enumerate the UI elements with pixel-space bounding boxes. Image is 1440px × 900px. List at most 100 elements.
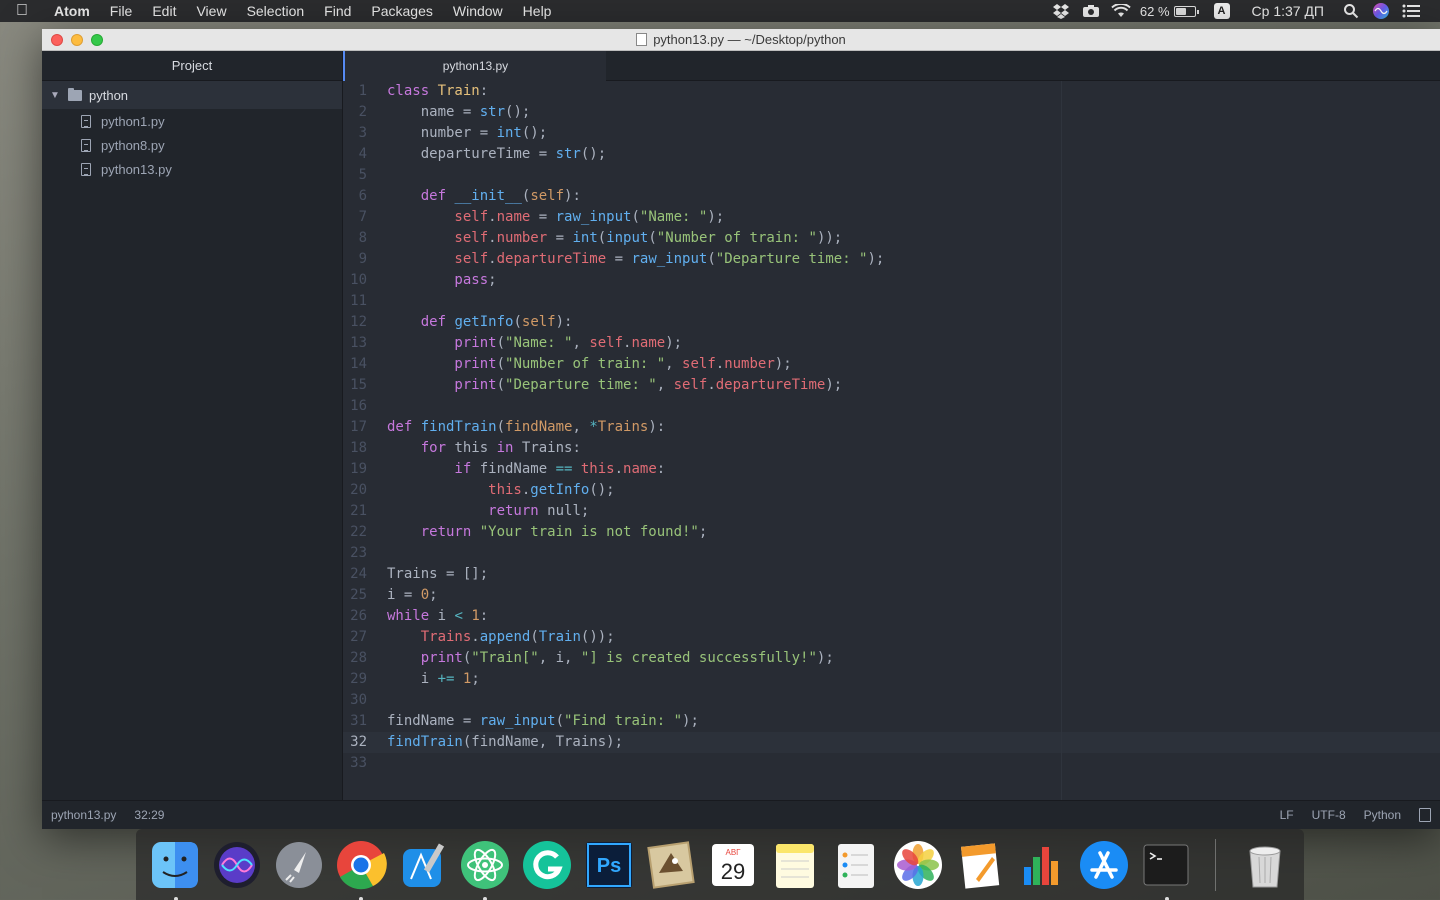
menu-packages[interactable]: Packages bbox=[361, 0, 442, 22]
line-number[interactable]: 19 bbox=[343, 459, 367, 480]
menu-selection[interactable]: Selection bbox=[237, 0, 315, 22]
code-line[interactable]: 17 def findTrain(findName, *Trains): bbox=[343, 417, 1440, 438]
line-number[interactable]: 29 bbox=[343, 669, 367, 690]
status-file-name[interactable]: python13.py bbox=[51, 808, 116, 822]
dock-photos-icon[interactable] bbox=[891, 837, 946, 893]
line-number[interactable]: 18 bbox=[343, 438, 367, 459]
line-number[interactable]: 17 bbox=[343, 417, 367, 438]
code-line[interactable]: 19 if findName == this.name: bbox=[343, 459, 1440, 480]
dock-app-store-icon[interactable] bbox=[1077, 837, 1132, 893]
dock-notes-icon[interactable] bbox=[767, 837, 822, 893]
code-line[interactable]: 15 print("Departure time: ", self.depart… bbox=[343, 375, 1440, 396]
code-line[interactable]: 14 print("Number of train: ", self.numbe… bbox=[343, 354, 1440, 375]
spotlight-search-icon[interactable] bbox=[1336, 0, 1366, 22]
status-cursor-position[interactable]: 32:29 bbox=[134, 808, 164, 822]
code-line[interactable]: 25 i = 0; bbox=[343, 585, 1440, 606]
code-line[interactable]: 7 self.name = raw_input("Name: "); bbox=[343, 207, 1440, 228]
dock-siri-icon[interactable] bbox=[209, 837, 264, 893]
line-number[interactable]: 4 bbox=[343, 144, 367, 165]
dock-reminders-icon[interactable] bbox=[829, 837, 884, 893]
code-line[interactable]: 9 self.departureTime = raw_input("Depart… bbox=[343, 249, 1440, 270]
tree-file-python8[interactable]: python8.py bbox=[42, 133, 342, 157]
code-line[interactable]: 31 findName = raw_input("Find train: "); bbox=[343, 711, 1440, 732]
line-number[interactable]: 3 bbox=[343, 123, 367, 144]
menu-window[interactable]: Window bbox=[443, 0, 513, 22]
line-number[interactable]: 32 bbox=[343, 732, 367, 753]
tree-view-header[interactable]: Project bbox=[42, 51, 342, 81]
line-number[interactable]: 23 bbox=[343, 543, 367, 564]
code-line[interactable]: 29 i += 1; bbox=[343, 669, 1440, 690]
status-line-ending[interactable]: LF bbox=[1280, 808, 1294, 822]
code-line[interactable]: 18 for this in Trains: bbox=[343, 438, 1440, 459]
line-number[interactable]: 2 bbox=[343, 102, 367, 123]
menu-view[interactable]: View bbox=[186, 0, 236, 22]
code-line[interactable]: 12 def getInfo(self): bbox=[343, 312, 1440, 333]
line-number[interactable]: 20 bbox=[343, 480, 367, 501]
line-number[interactable]: 24 bbox=[343, 564, 367, 585]
notification-center-icon[interactable] bbox=[1396, 0, 1426, 22]
dock-chrome-icon[interactable] bbox=[333, 837, 388, 900]
line-number[interactable]: 25 bbox=[343, 585, 367, 606]
line-number[interactable]: 28 bbox=[343, 648, 367, 669]
title-bar[interactable]: python13.py — ~/Desktop/python bbox=[42, 29, 1440, 51]
tree-file-python13[interactable]: python13.py bbox=[42, 157, 342, 181]
code-line[interactable]: 6 def __init__(self): bbox=[343, 186, 1440, 207]
code-line[interactable]: 8 self.number = int(input("Number of tra… bbox=[343, 228, 1440, 249]
camera-icon[interactable] bbox=[1076, 0, 1106, 22]
dock-atom-icon[interactable] bbox=[457, 837, 512, 900]
line-number[interactable]: 26 bbox=[343, 606, 367, 627]
input-source-icon[interactable]: A bbox=[1213, 3, 1230, 19]
code-line[interactable]: 13 print("Name: ", self.name); bbox=[343, 333, 1440, 354]
apple-menu-icon[interactable]:  bbox=[0, 2, 44, 20]
line-number[interactable]: 5 bbox=[343, 165, 367, 186]
code-line[interactable]: 26 while i < 1: bbox=[343, 606, 1440, 627]
chevron-down-icon[interactable]: ▼ bbox=[50, 90, 64, 101]
code-line[interactable]: 22 return "Your train is not found!"; bbox=[343, 522, 1440, 543]
line-number[interactable]: 6 bbox=[343, 186, 367, 207]
line-number[interactable]: 16 bbox=[343, 396, 367, 417]
dock-finder-icon[interactable] bbox=[148, 837, 203, 900]
line-number[interactable]: 22 bbox=[343, 522, 367, 543]
code-line[interactable]: 30 bbox=[343, 690, 1440, 711]
line-number[interactable]: 7 bbox=[343, 207, 367, 228]
dock-trash-icon[interactable] bbox=[1238, 837, 1293, 893]
line-number[interactable]: 8 bbox=[343, 228, 367, 249]
menu-help[interactable]: Help bbox=[513, 0, 562, 22]
line-number[interactable]: 13 bbox=[343, 333, 367, 354]
dock-launchpad-icon[interactable] bbox=[271, 837, 326, 893]
line-number[interactable]: 12 bbox=[343, 312, 367, 333]
dock-numbers-icon[interactable] bbox=[1015, 837, 1070, 893]
dock-xcode-icon[interactable] bbox=[395, 837, 450, 893]
close-window-button[interactable] bbox=[51, 34, 63, 46]
code-line[interactable]: 4 departureTime = str(); bbox=[343, 144, 1440, 165]
minimize-window-button[interactable] bbox=[71, 34, 83, 46]
line-number[interactable]: 9 bbox=[343, 249, 367, 270]
code-line[interactable]: 28 print("Train[", i, "] is created succ… bbox=[343, 648, 1440, 669]
code-editor[interactable]: 1 class Train: 2 name = str(); 3 number = i… bbox=[343, 81, 1440, 800]
code-line[interactable]: 21 return null; bbox=[343, 501, 1440, 522]
code-line[interactable]: 20 this.getInfo(); bbox=[343, 480, 1440, 501]
line-number[interactable]: 31 bbox=[343, 711, 367, 732]
line-number[interactable]: 27 bbox=[343, 627, 367, 648]
line-number[interactable]: 21 bbox=[343, 501, 367, 522]
line-number[interactable]: 1 bbox=[343, 81, 367, 102]
menu-clock[interactable]: Ср 1:37 ДП bbox=[1240, 3, 1336, 19]
line-number[interactable]: 33 bbox=[343, 753, 367, 774]
line-number[interactable]: 14 bbox=[343, 354, 367, 375]
code-line[interactable]: 1 class Train: bbox=[343, 81, 1440, 102]
code-line[interactable]: 10 pass; bbox=[343, 270, 1440, 291]
code-line[interactable]: 32 findTrain(findName, Trains); bbox=[343, 732, 1440, 753]
siri-icon[interactable] bbox=[1366, 0, 1396, 22]
battery-icon[interactable] bbox=[1173, 5, 1199, 17]
code-line[interactable]: 33 bbox=[343, 753, 1440, 774]
code-line[interactable]: 2 name = str(); bbox=[343, 102, 1440, 123]
tab-python13[interactable]: python13.py bbox=[343, 51, 606, 81]
code-line[interactable]: 16 bbox=[343, 396, 1440, 417]
maximize-window-button[interactable] bbox=[91, 34, 103, 46]
line-number[interactable]: 15 bbox=[343, 375, 367, 396]
tree-root-folder[interactable]: ▼ python bbox=[42, 81, 342, 109]
dock-photoshop-icon[interactable]: Ps bbox=[581, 837, 636, 893]
wifi-icon[interactable] bbox=[1106, 0, 1136, 22]
menu-file[interactable]: File bbox=[100, 0, 143, 22]
code-line[interactable]: 3 number = int(); bbox=[343, 123, 1440, 144]
